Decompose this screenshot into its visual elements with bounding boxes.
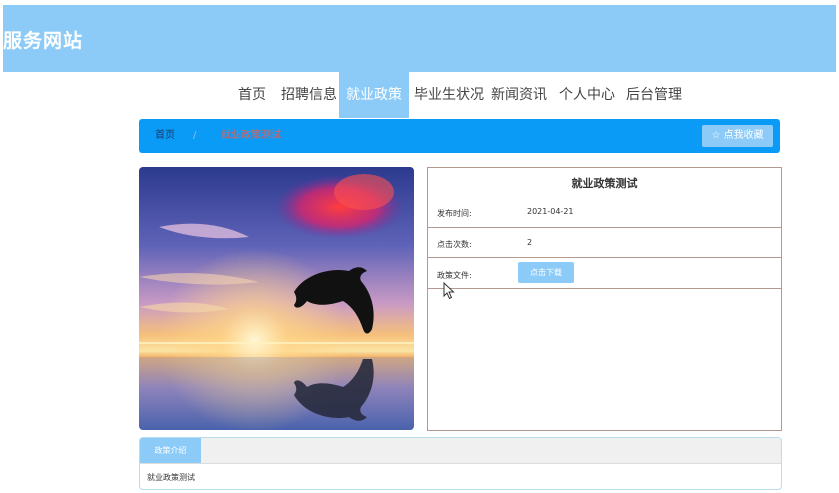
site-title: 服务网站 <box>3 30 84 52</box>
site-header: 服务网站 <box>3 5 836 72</box>
policy-file-label: 政策文件: <box>437 271 472 280</box>
tab-policy-intro[interactable]: 政策介绍 <box>140 438 201 463</box>
nav-item-policy[interactable]: 就业政策 <box>339 72 409 118</box>
policy-detail-panel: 就业政策测试 发布时间: 2021-04-21 点击次数: 2 政策文件: 点击… <box>427 167 782 431</box>
nav-item-personal[interactable]: 个人中心 <box>552 72 622 118</box>
nav-item-news[interactable]: 新闻资讯 <box>484 72 554 118</box>
nav-item-jobs[interactable]: 招聘信息 <box>274 72 344 118</box>
publish-time-value: 2021-04-21 <box>527 207 574 216</box>
policy-intro-panel: 政策介绍 就业政策测试 <box>139 437 782 490</box>
publish-time-row: 发布时间: 2021-04-21 <box>428 197 781 228</box>
policy-title: 就业政策测试 <box>571 177 638 190</box>
policy-intro-content: 就业政策测试 <box>147 473 195 482</box>
click-count-row: 点击次数: 2 <box>428 228 781 258</box>
breadcrumb-separator: / <box>193 130 197 141</box>
click-count-value: 2 <box>527 238 533 247</box>
intro-tab-bar: 政策介绍 <box>140 438 781 464</box>
mouse-pointer-icon <box>443 282 455 300</box>
policy-image <box>139 167 414 430</box>
nav-item-home[interactable]: 首页 <box>231 72 273 118</box>
click-count-label: 点击次数: <box>437 240 472 249</box>
nav-item-admin[interactable]: 后台管理 <box>619 72 689 118</box>
breadcrumb-home[interactable]: 首页 <box>155 119 175 153</box>
main-nav: 首页 招聘信息 就业政策 毕业生状况 新闻资讯 个人中心 后台管理 <box>0 72 839 118</box>
nav-item-graduates[interactable]: 毕业生状况 <box>407 72 491 118</box>
download-button[interactable]: 点击下载 <box>518 262 574 283</box>
publish-time-label: 发布时间: <box>437 209 472 218</box>
breadcrumb-current: 就业政策测试 <box>221 130 281 141</box>
favorite-button[interactable]: ☆ 点我收藏 <box>702 125 773 147</box>
breadcrumb: 首页 / 就业政策测试 ☆ 点我收藏 <box>139 119 780 153</box>
sunset-dolphin-image <box>139 167 414 430</box>
policy-file-row: 政策文件: 点击下载 <box>428 258 781 289</box>
